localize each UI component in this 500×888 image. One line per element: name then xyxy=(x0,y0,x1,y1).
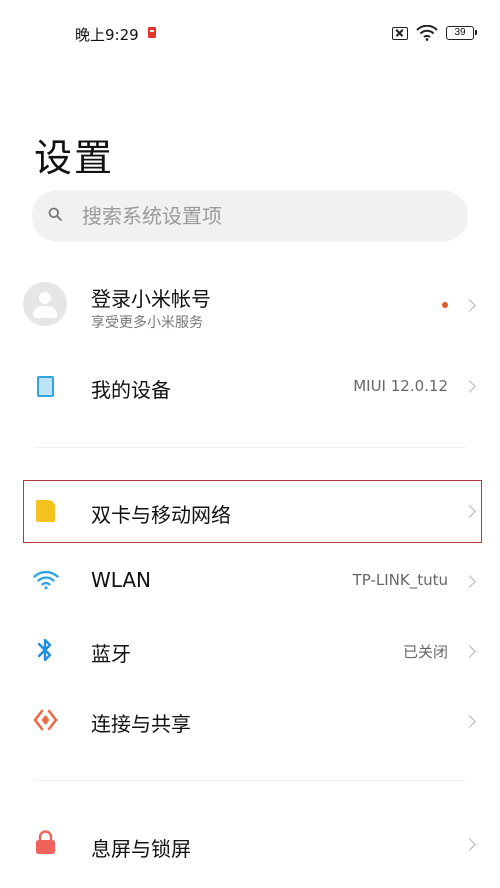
settings-item-label: 蓝牙 xyxy=(91,642,131,666)
notification-dot xyxy=(442,302,448,308)
wifi-status-icon xyxy=(416,25,438,41)
wifi-icon xyxy=(33,570,59,590)
settings-item-lock-screen[interactable]: 息屏与锁屏 xyxy=(0,815,500,877)
status-icons: 39 xyxy=(392,25,477,41)
settings-item-label: 息屏与锁屏 xyxy=(91,837,191,861)
settings-item-value: TP-LINK_tutu xyxy=(352,571,448,589)
settings-item-connection-sharing[interactable]: 连接与共享 xyxy=(0,690,500,752)
settings-item-value: 已关闭 xyxy=(402,643,448,661)
battery-indicator: 39 xyxy=(446,26,477,40)
tablet-icon xyxy=(37,376,54,397)
settings-item-label: WLAN xyxy=(91,568,152,592)
settings-item-label: 双卡与移动网络 xyxy=(91,503,231,527)
status-bar: 晚上9:29 39 xyxy=(0,0,500,70)
settings-item-wlan[interactable]: WLAN TP-LINK_tutu xyxy=(0,550,500,612)
status-time: 晚上9:29 xyxy=(75,26,139,44)
settings-item-my-device[interactable]: 我的设备 MIUI 12.0.12 xyxy=(0,355,500,417)
chevron-right-icon xyxy=(463,380,476,393)
notification-icon xyxy=(148,27,156,38)
sim-card-icon xyxy=(36,500,55,522)
settings-item-dual-sim[interactable]: 双卡与移动网络 xyxy=(0,480,500,543)
page-title: 设置 xyxy=(34,136,115,180)
account-subtitle: 享受更多小米服务 xyxy=(91,315,203,331)
no-sim-icon xyxy=(392,26,408,40)
search-icon xyxy=(48,207,62,221)
chevron-right-icon xyxy=(463,575,476,588)
section-divider xyxy=(34,447,466,448)
lock-icon xyxy=(36,830,55,854)
chevron-right-icon xyxy=(463,645,476,658)
settings-item-bluetooth[interactable]: 蓝牙 已关闭 xyxy=(0,620,500,682)
settings-item-label: 连接与共享 xyxy=(91,712,191,736)
account-title: 登录小米帐号 xyxy=(91,287,211,311)
connection-share-icon xyxy=(33,709,58,731)
bluetooth-icon xyxy=(37,638,52,662)
account-row[interactable]: 登录小米帐号 享受更多小米服务 xyxy=(0,270,500,340)
avatar-icon xyxy=(23,282,67,326)
search-input[interactable] xyxy=(82,190,452,242)
search-bar[interactable] xyxy=(32,190,468,242)
section-divider xyxy=(34,780,466,781)
chevron-right-icon xyxy=(463,715,476,728)
chevron-right-icon xyxy=(463,838,476,851)
settings-item-label: 我的设备 xyxy=(91,378,171,402)
settings-item-value: MIUI 12.0.12 xyxy=(353,377,448,395)
chevron-right-icon xyxy=(463,505,476,518)
chevron-right-icon xyxy=(463,299,476,312)
